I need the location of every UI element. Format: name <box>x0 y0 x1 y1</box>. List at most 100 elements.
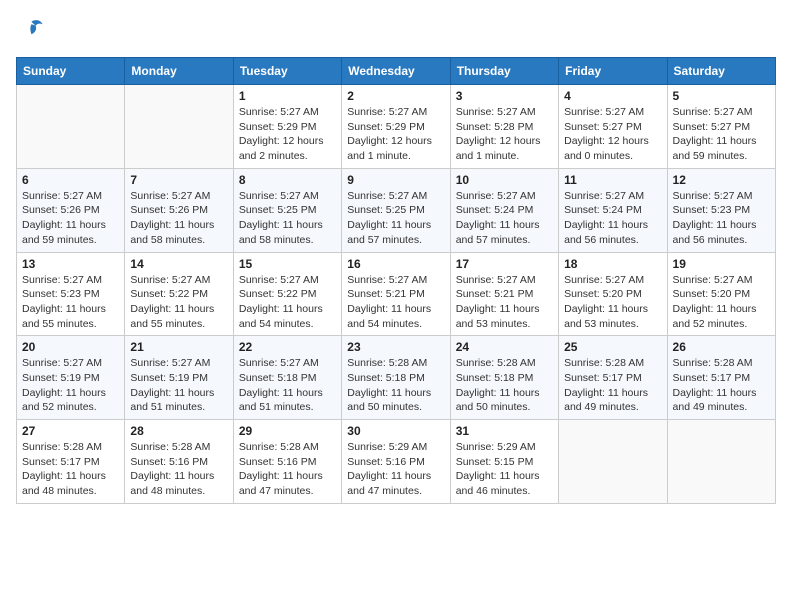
day-info: Sunrise: 5:28 AM Sunset: 5:17 PM Dayligh… <box>564 356 661 415</box>
weekday-header: Monday <box>125 58 233 85</box>
day-info: Sunrise: 5:28 AM Sunset: 5:16 PM Dayligh… <box>239 440 336 499</box>
day-number: 18 <box>564 257 661 271</box>
day-info: Sunrise: 5:28 AM Sunset: 5:18 PM Dayligh… <box>347 356 444 415</box>
day-number: 28 <box>130 424 227 438</box>
day-number: 4 <box>564 89 661 103</box>
calendar-cell: 27Sunrise: 5:28 AM Sunset: 5:17 PM Dayli… <box>17 420 125 504</box>
calendar-cell: 22Sunrise: 5:27 AM Sunset: 5:18 PM Dayli… <box>233 336 341 420</box>
weekday-header: Tuesday <box>233 58 341 85</box>
calendar-cell: 14 Sunrise: 5:27 AM Sunset: 5:22 PM Dayli… <box>125 252 233 336</box>
day-number: 5 <box>673 89 770 103</box>
calendar-cell <box>667 420 775 504</box>
calendar-cell: 5 Sunrise: 5:27 AM Sunset: 5:27 PM Daylig… <box>667 85 775 169</box>
calendar-cell: 17Sunrise: 5:27 AM Sunset: 5:21 PM Dayli… <box>450 252 558 336</box>
day-info: Sunrise: 5:29 AM Sunset: 5:15 PM Dayligh… <box>456 440 553 499</box>
day-info: Sunrise: 5:27 AM Sunset: 5:19 PM Dayligh… <box>130 356 227 415</box>
day-number: 9 <box>347 173 444 187</box>
calendar-cell: 29 Sunrise: 5:28 AM Sunset: 5:16 PM Dayli… <box>233 420 341 504</box>
page-header <box>16 16 776 49</box>
day-info: Sunrise: 5:28 AM Sunset: 5:18 PM Dayligh… <box>456 356 553 415</box>
day-number: 23 <box>347 340 444 354</box>
day-number: 22 <box>239 340 336 354</box>
logo-icon <box>16 16 44 44</box>
day-number: 31 <box>456 424 553 438</box>
day-number: 29 <box>239 424 336 438</box>
weekday-header: Wednesday <box>342 58 450 85</box>
day-info: Sunrise: 5:29 AM Sunset: 5:16 PM Dayligh… <box>347 440 444 499</box>
calendar-cell: 12 Sunrise: 5:27 AM Sunset: 5:23 PM Dayli… <box>667 168 775 252</box>
calendar-cell: 21 Sunrise: 5:27 AM Sunset: 5:19 PM Dayli… <box>125 336 233 420</box>
day-number: 24 <box>456 340 553 354</box>
day-info: Sunrise: 5:28 AM Sunset: 5:16 PM Dayligh… <box>130 440 227 499</box>
day-number: 12 <box>673 173 770 187</box>
day-info: Sunrise: 5:27 AM Sunset: 5:21 PM Dayligh… <box>347 273 444 332</box>
calendar-cell <box>125 85 233 169</box>
day-info: Sunrise: 5:27 AM Sunset: 5:24 PM Dayligh… <box>456 189 553 248</box>
logo <box>16 16 46 49</box>
day-number: 10 <box>456 173 553 187</box>
calendar-cell <box>17 85 125 169</box>
calendar-cell: 15 Sunrise: 5:27 AM Sunset: 5:22 PM Dayli… <box>233 252 341 336</box>
day-number: 7 <box>130 173 227 187</box>
weekday-header: Thursday <box>450 58 558 85</box>
day-number: 21 <box>130 340 227 354</box>
calendar-cell: 26Sunrise: 5:28 AM Sunset: 5:17 PM Dayli… <box>667 336 775 420</box>
day-info: Sunrise: 5:27 AM Sunset: 5:23 PM Dayligh… <box>673 189 770 248</box>
day-info: Sunrise: 5:27 AM Sunset: 5:26 PM Dayligh… <box>130 189 227 248</box>
calendar-cell: 9 Sunrise: 5:27 AM Sunset: 5:25 PM Daylig… <box>342 168 450 252</box>
calendar-cell: 11 Sunrise: 5:27 AM Sunset: 5:24 PM Dayli… <box>559 168 667 252</box>
day-number: 17 <box>456 257 553 271</box>
day-info: Sunrise: 5:27 AM Sunset: 5:19 PM Dayligh… <box>22 356 119 415</box>
day-info: Sunrise: 5:27 AM Sunset: 5:29 PM Dayligh… <box>239 105 336 164</box>
day-number: 2 <box>347 89 444 103</box>
day-number: 30 <box>347 424 444 438</box>
calendar-week-row: 20 Sunrise: 5:27 AM Sunset: 5:19 PM Dayli… <box>17 336 776 420</box>
day-info: Sunrise: 5:27 AM Sunset: 5:22 PM Dayligh… <box>130 273 227 332</box>
calendar-week-row: 6 Sunrise: 5:27 AM Sunset: 5:26 PM Daylig… <box>17 168 776 252</box>
calendar-cell: 30 Sunrise: 5:29 AM Sunset: 5:16 PM Dayli… <box>342 420 450 504</box>
calendar-cell: 25Sunrise: 5:28 AM Sunset: 5:17 PM Dayli… <box>559 336 667 420</box>
calendar-cell: 2Sunrise: 5:27 AM Sunset: 5:29 PM Daylig… <box>342 85 450 169</box>
day-info: Sunrise: 5:27 AM Sunset: 5:22 PM Dayligh… <box>239 273 336 332</box>
calendar-week-row: 13 Sunrise: 5:27 AM Sunset: 5:23 PM Dayli… <box>17 252 776 336</box>
day-number: 14 <box>130 257 227 271</box>
day-info: Sunrise: 5:27 AM Sunset: 5:20 PM Dayligh… <box>564 273 661 332</box>
day-info: Sunrise: 5:27 AM Sunset: 5:23 PM Dayligh… <box>22 273 119 332</box>
calendar-cell: 16 Sunrise: 5:27 AM Sunset: 5:21 PM Dayli… <box>342 252 450 336</box>
day-info: Sunrise: 5:27 AM Sunset: 5:26 PM Dayligh… <box>22 189 119 248</box>
calendar-cell: 23 Sunrise: 5:28 AM Sunset: 5:18 PM Dayli… <box>342 336 450 420</box>
calendar-cell: 3Sunrise: 5:27 AM Sunset: 5:28 PM Daylig… <box>450 85 558 169</box>
calendar-cell: 20 Sunrise: 5:27 AM Sunset: 5:19 PM Dayli… <box>17 336 125 420</box>
weekday-header: Sunday <box>17 58 125 85</box>
calendar-week-row: 1 Sunrise: 5:27 AM Sunset: 5:29 PM Daylig… <box>17 85 776 169</box>
calendar-cell: 18 Sunrise: 5:27 AM Sunset: 5:20 PM Dayli… <box>559 252 667 336</box>
calendar-header-row: SundayMondayTuesdayWednesdayThursdayFrid… <box>17 58 776 85</box>
calendar-cell <box>559 420 667 504</box>
weekday-header: Friday <box>559 58 667 85</box>
day-number: 16 <box>347 257 444 271</box>
calendar-cell: 13 Sunrise: 5:27 AM Sunset: 5:23 PM Dayli… <box>17 252 125 336</box>
day-number: 13 <box>22 257 119 271</box>
day-number: 8 <box>239 173 336 187</box>
calendar-cell: 6 Sunrise: 5:27 AM Sunset: 5:26 PM Daylig… <box>17 168 125 252</box>
day-number: 20 <box>22 340 119 354</box>
day-number: 6 <box>22 173 119 187</box>
calendar-cell: 7 Sunrise: 5:27 AM Sunset: 5:26 PM Daylig… <box>125 168 233 252</box>
calendar-table: SundayMondayTuesdayWednesdayThursdayFrid… <box>16 57 776 504</box>
day-info: Sunrise: 5:27 AM Sunset: 5:25 PM Dayligh… <box>347 189 444 248</box>
calendar-cell: 4 Sunrise: 5:27 AM Sunset: 5:27 PM Daylig… <box>559 85 667 169</box>
day-number: 26 <box>673 340 770 354</box>
day-info: Sunrise: 5:27 AM Sunset: 5:27 PM Dayligh… <box>673 105 770 164</box>
day-number: 11 <box>564 173 661 187</box>
day-info: Sunrise: 5:27 AM Sunset: 5:27 PM Dayligh… <box>564 105 661 164</box>
day-number: 1 <box>239 89 336 103</box>
calendar-cell: 28 Sunrise: 5:28 AM Sunset: 5:16 PM Dayli… <box>125 420 233 504</box>
weekday-header: Saturday <box>667 58 775 85</box>
day-info: Sunrise: 5:27 AM Sunset: 5:24 PM Dayligh… <box>564 189 661 248</box>
day-number: 3 <box>456 89 553 103</box>
day-number: 15 <box>239 257 336 271</box>
calendar-cell: 31 Sunrise: 5:29 AM Sunset: 5:15 PM Dayli… <box>450 420 558 504</box>
calendar-cell: 24 Sunrise: 5:28 AM Sunset: 5:18 PM Dayli… <box>450 336 558 420</box>
calendar-cell: 8Sunrise: 5:27 AM Sunset: 5:25 PM Daylig… <box>233 168 341 252</box>
calendar-cell: 19Sunrise: 5:27 AM Sunset: 5:20 PM Dayli… <box>667 252 775 336</box>
